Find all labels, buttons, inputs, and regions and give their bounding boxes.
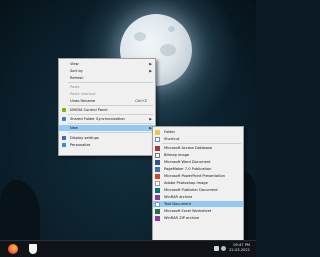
menu-item-paste-shortcut: Paste shortcut	[59, 91, 155, 97]
chevron-right-icon: ▶	[149, 62, 152, 66]
chevron-right-icon: ▶	[149, 69, 152, 73]
menu-separator	[162, 143, 241, 144]
winrar-zip-icon	[155, 215, 160, 221]
menu-item-view[interactable]: View ▶	[59, 61, 155, 67]
new-item-word-document[interactable]: Microsoft Word Document	[153, 159, 243, 165]
powerpoint-icon	[155, 173, 160, 179]
menu-separator	[68, 123, 153, 124]
menu-item-personalize[interactable]: Personalize	[59, 142, 155, 148]
nvidia-icon	[62, 108, 66, 112]
menu-item-label: Display settings	[70, 136, 99, 140]
folder-icon	[155, 129, 160, 135]
menu-item-label: Adobe Photoshop Image	[164, 181, 208, 185]
menu-item-label: Shared Folder Synchronization	[70, 117, 125, 121]
shortcut-text: Ctrl+Z	[135, 99, 147, 103]
display-icon	[62, 136, 66, 140]
desktop-context-menu: View ▶ Sort by ▶ Refresh Paste Paste sho…	[58, 58, 156, 156]
menu-item-label: Refresh	[70, 76, 84, 80]
menu-item-label: Microsoft Access Database	[164, 146, 213, 150]
text-document-icon	[155, 201, 160, 207]
winrar-icon	[155, 194, 160, 200]
menu-item-undo-rename[interactable]: Undo Rename Ctrl+Z	[59, 98, 155, 104]
pagemaker-icon	[155, 166, 160, 172]
menu-item-label: Folder	[164, 130, 176, 134]
new-item-photoshop-image[interactable]: Adobe Photoshop Image	[153, 180, 243, 186]
new-item-winrar-archive[interactable]: WinRAR archive	[153, 194, 243, 200]
volume-icon[interactable]	[221, 246, 226, 251]
sync-folder-icon	[62, 117, 66, 121]
menu-item-paste: Paste	[59, 84, 155, 90]
new-item-bitmap-image[interactable]: Bitmap image	[153, 152, 243, 158]
menu-item-label: NVIDIA Control Panel	[70, 108, 108, 112]
excel-icon	[155, 208, 160, 214]
firefox-icon[interactable]	[8, 244, 18, 254]
bitmap-icon	[155, 152, 160, 158]
chevron-right-icon: ▶	[149, 117, 152, 121]
menu-item-new[interactable]: New ▶	[59, 125, 155, 131]
menu-item-refresh[interactable]: Refresh	[59, 75, 155, 81]
menu-item-label: Bitmap image	[164, 153, 190, 157]
menu-item-label: View	[70, 62, 79, 66]
menu-item-label: Sort by	[70, 69, 83, 73]
new-item-access-database[interactable]: Microsoft Access Database	[153, 145, 243, 151]
taskbar-clock[interactable]: 05:47 PM 22-03-2021	[229, 243, 250, 253]
menu-item-label: Undo Rename	[70, 99, 96, 103]
menu-item-label: Shortcut	[164, 137, 180, 141]
menu-item-label: Microsoft Excel Worksheet	[164, 209, 212, 213]
menu-item-label: Text Document	[164, 202, 192, 206]
antivirus-shield-icon[interactable]	[29, 244, 37, 254]
taskbar: 05:47 PM 22-03-2021	[0, 240, 256, 257]
menu-item-display-settings[interactable]: Display settings	[59, 135, 155, 141]
menu-item-sort-by[interactable]: Sort by ▶	[59, 68, 155, 74]
menu-item-label: Microsoft Word Document	[164, 160, 211, 164]
menu-separator	[68, 82, 153, 83]
new-item-pagemaker-publication[interactable]: PageMaker 7.0 Publication	[153, 166, 243, 172]
menu-item-label: Paste	[70, 85, 80, 89]
photoshop-icon	[155, 180, 160, 186]
menu-item-label: New	[70, 126, 78, 130]
shortcut-icon	[155, 136, 160, 142]
menu-item-label: Personalize	[70, 143, 91, 147]
network-icon[interactable]	[214, 246, 219, 251]
new-item-publisher-document[interactable]: Microsoft Publisher Document	[153, 187, 243, 193]
menu-item-label: Microsoft Publisher Document	[164, 188, 218, 192]
personalize-icon	[62, 143, 66, 147]
new-item-shortcut[interactable]: Shortcut	[153, 136, 243, 142]
new-item-winrar-zip-archive[interactable]: WinRAR ZIP archive	[153, 215, 243, 221]
publisher-icon	[155, 187, 160, 193]
new-submenu: Folder Shortcut Microsoft Access Databas…	[152, 126, 244, 248]
menu-item-label: Microsoft PowerPoint Presentation	[164, 174, 225, 178]
menu-separator	[68, 132, 153, 133]
word-icon	[155, 159, 160, 165]
menu-item-shared-folder-sync[interactable]: Shared Folder Synchronization ▶	[59, 116, 155, 122]
access-icon	[155, 145, 160, 151]
menu-item-label: Paste shortcut	[70, 92, 96, 96]
new-item-powerpoint-presentation[interactable]: Microsoft PowerPoint Presentation	[153, 173, 243, 179]
menu-item-label: WinRAR ZIP archive	[164, 216, 200, 220]
new-item-folder[interactable]: Folder	[153, 129, 243, 135]
clock-date: 22-03-2021	[229, 248, 250, 252]
new-item-text-document[interactable]: Text Document	[153, 201, 243, 207]
menu-separator	[68, 114, 153, 115]
menu-item-label: PageMaker 7.0 Publication	[164, 167, 212, 171]
new-item-excel-worksheet[interactable]: Microsoft Excel Worksheet	[153, 208, 243, 214]
menu-item-nvidia-control-panel[interactable]: NVIDIA Control Panel	[59, 107, 155, 113]
menu-item-label: WinRAR archive	[164, 195, 193, 199]
menu-separator	[68, 105, 153, 106]
